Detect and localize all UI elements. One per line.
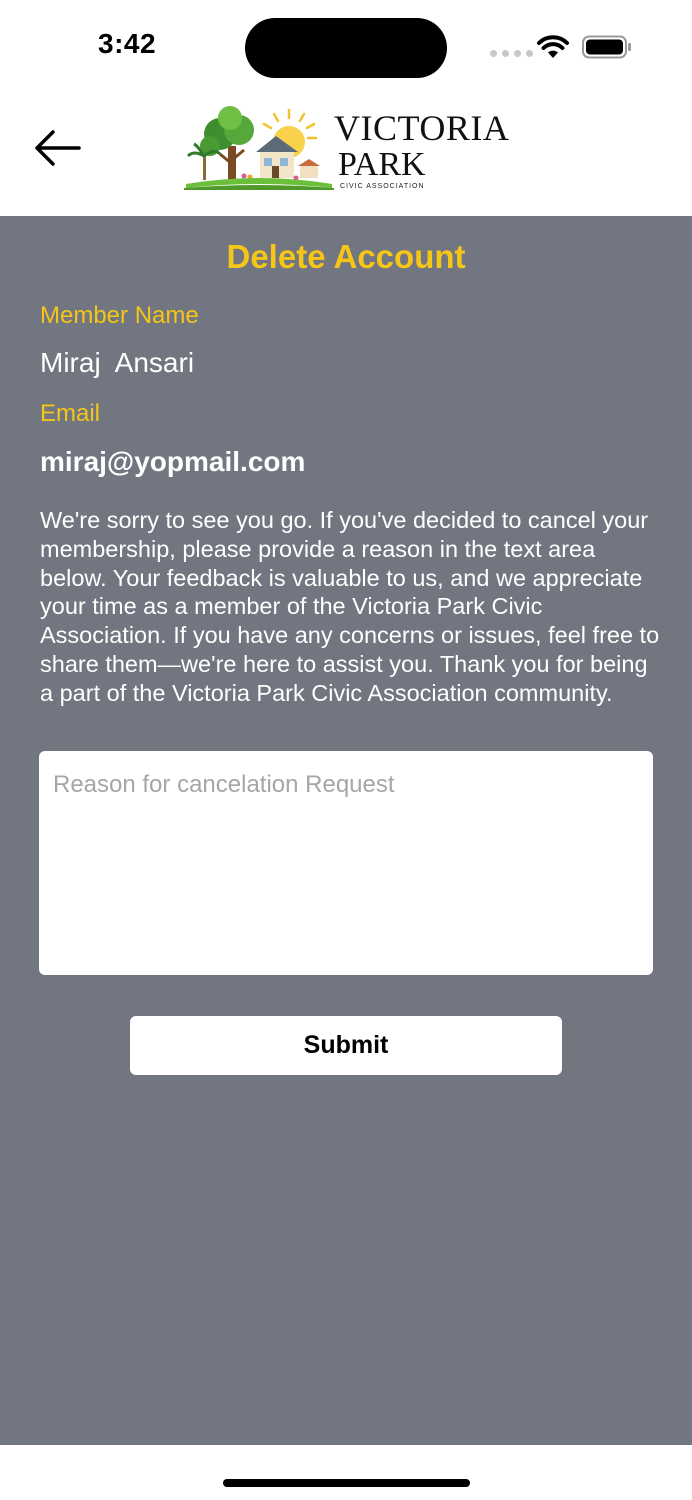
status-time: 3:42: [98, 28, 157, 59]
logo-subtitle: PARK: [338, 146, 426, 183]
page-title: Delete Account: [226, 238, 466, 275]
cellular-signal-icon: [490, 50, 533, 57]
member-name-value: Miraj Ansari: [40, 347, 195, 378]
logo-illustration: [184, 106, 334, 190]
app-header: VICTORIA PARK CIVIC ASSOCIATION: [0, 90, 692, 216]
wifi-icon: [537, 35, 569, 58]
logo-tagline: CIVIC ASSOCIATION: [340, 183, 425, 190]
email-label: Email: [40, 400, 101, 427]
submit-button[interactable]: Submit: [130, 1016, 562, 1075]
association-logo: VICTORIA PARK CIVIC ASSOCIATION: [184, 104, 514, 194]
home-bar: [0, 1445, 692, 1500]
status-bar: 3:42: [0, 0, 692, 90]
dynamic-island: [245, 18, 447, 78]
arrow-left-icon: [35, 130, 81, 166]
logo-title: VICTORIA: [334, 108, 510, 148]
cancellation-message: We're sorry to see you go. If you've dec…: [40, 507, 660, 706]
battery-icon: [582, 35, 631, 59]
member-name-label: Member Name: [40, 302, 199, 329]
delete-account-panel: Delete Account Member Name Miraj Ansari …: [0, 216, 692, 1445]
home-indicator[interactable]: [223, 1479, 470, 1487]
email-value: miraj@yopmail.com: [40, 446, 306, 477]
back-button[interactable]: [28, 120, 84, 176]
cancellation-reason-input[interactable]: [39, 751, 653, 975]
